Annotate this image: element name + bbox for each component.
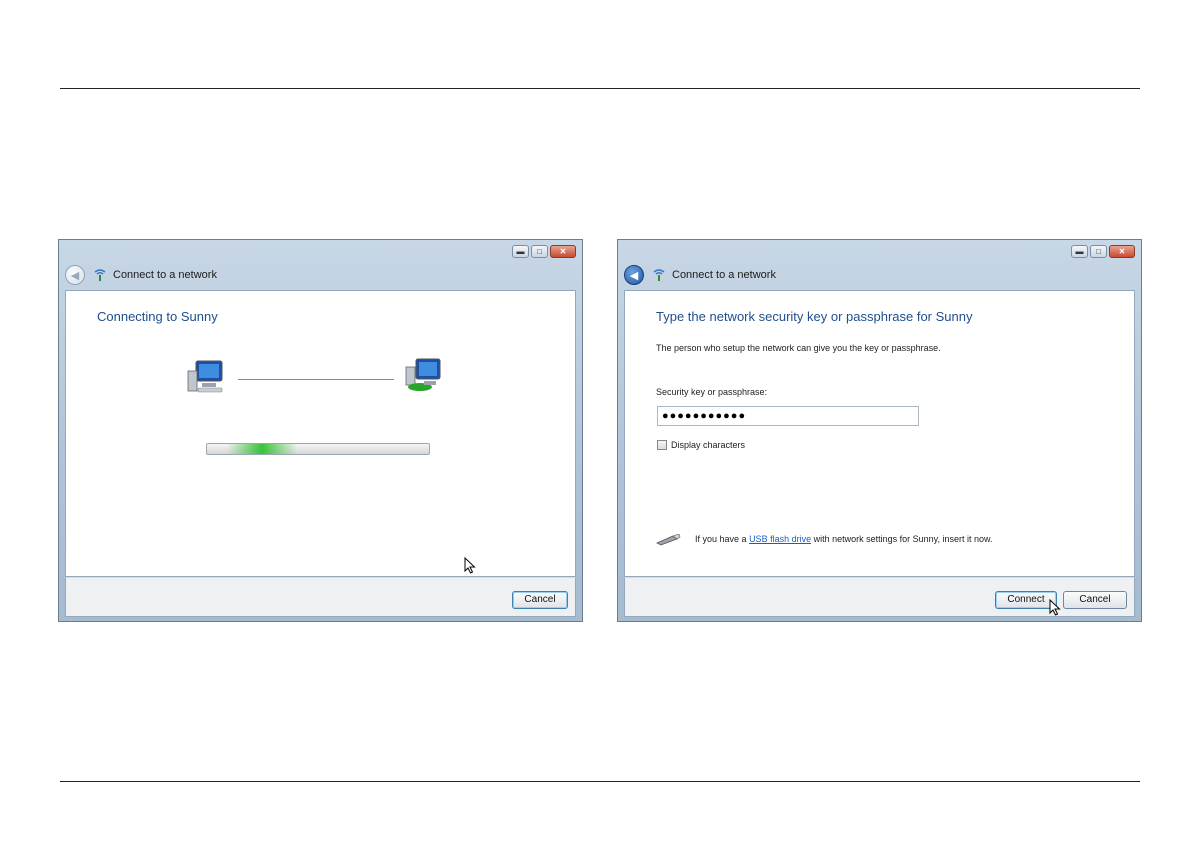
close-icon: ✕ xyxy=(1118,246,1126,256)
mouse-cursor-icon xyxy=(1049,599,1061,616)
cancel-button[interactable]: Cancel xyxy=(1063,591,1127,609)
security-key-label: Security key or passphrase: xyxy=(656,387,768,397)
top-rule xyxy=(60,88,1140,89)
computer-icon xyxy=(187,360,223,393)
maximize-icon: □ xyxy=(1096,246,1101,256)
bottom-rule xyxy=(60,781,1140,782)
usb-hint-prefix: If you have a xyxy=(695,534,747,544)
display-characters-checkbox[interactable] xyxy=(657,440,667,450)
window-titlebar: ◀ Connect to a network xyxy=(65,262,576,288)
window-title: Connect to a network xyxy=(113,269,217,281)
minimize-button[interactable]: ▬ xyxy=(512,245,529,258)
page-heading: Connecting to Sunny xyxy=(97,309,218,324)
wizard-content: Type the network security key or passphr… xyxy=(624,290,1135,577)
close-button[interactable]: ✕ xyxy=(550,245,576,258)
usb-hint-suffix: with network settings for Sunny, insert … xyxy=(813,534,993,544)
wireless-network-icon xyxy=(94,269,106,281)
wireless-network-icon xyxy=(653,269,665,281)
wizard-content: Connecting to Sunny xyxy=(65,290,576,577)
back-button[interactable]: ◀ xyxy=(65,265,85,285)
usb-flash-drive-link[interactable]: USB flash drive xyxy=(749,534,811,544)
network-computer-icon xyxy=(405,358,441,391)
minimize-icon: ▬ xyxy=(1075,246,1084,256)
wizard-footer: Cancel xyxy=(65,577,576,617)
connecting-window: ▬ □ ✕ ◀ Connect to a network Connecting … xyxy=(58,239,583,622)
security-key-window: ▬ □ ✕ ◀ Connect to a network Type the ne… xyxy=(617,239,1142,622)
back-arrow-icon: ◀ xyxy=(629,269,639,282)
back-button[interactable]: ◀ xyxy=(624,265,644,285)
display-characters-label: Display characters xyxy=(671,440,746,450)
security-key-input[interactable]: ●●●●●●●●●●● xyxy=(657,406,919,426)
connect-button[interactable]: Connect xyxy=(995,591,1057,609)
window-titlebar: ◀ Connect to a network xyxy=(624,262,1135,288)
page-heading: Type the network security key or passphr… xyxy=(656,309,973,324)
cancel-button[interactable]: Cancel xyxy=(512,591,568,609)
progress-fill xyxy=(227,444,297,454)
window-title: Connect to a network xyxy=(672,269,776,281)
wizard-footer: Connect Cancel xyxy=(624,577,1135,617)
usb-hint: If you have a USB flash drive with netwo… xyxy=(695,534,993,544)
usb-drive-icon xyxy=(656,534,681,546)
window-controls: ▬ □ ✕ xyxy=(512,245,576,258)
window-controls: ▬ □ ✕ xyxy=(1071,245,1135,258)
minimize-icon: ▬ xyxy=(516,246,525,256)
minimize-button[interactable]: ▬ xyxy=(1071,245,1088,258)
connection-line xyxy=(238,379,394,380)
close-icon: ✕ xyxy=(559,246,567,256)
maximize-icon: □ xyxy=(537,246,542,256)
description-text: The person who setup the network can giv… xyxy=(656,343,941,353)
maximize-button[interactable]: □ xyxy=(1090,245,1107,258)
maximize-button[interactable]: □ xyxy=(531,245,548,258)
back-arrow-icon: ◀ xyxy=(70,269,80,282)
close-button[interactable]: ✕ xyxy=(1109,245,1135,258)
mouse-cursor-icon xyxy=(464,557,476,574)
connection-progress-bar xyxy=(206,443,430,455)
